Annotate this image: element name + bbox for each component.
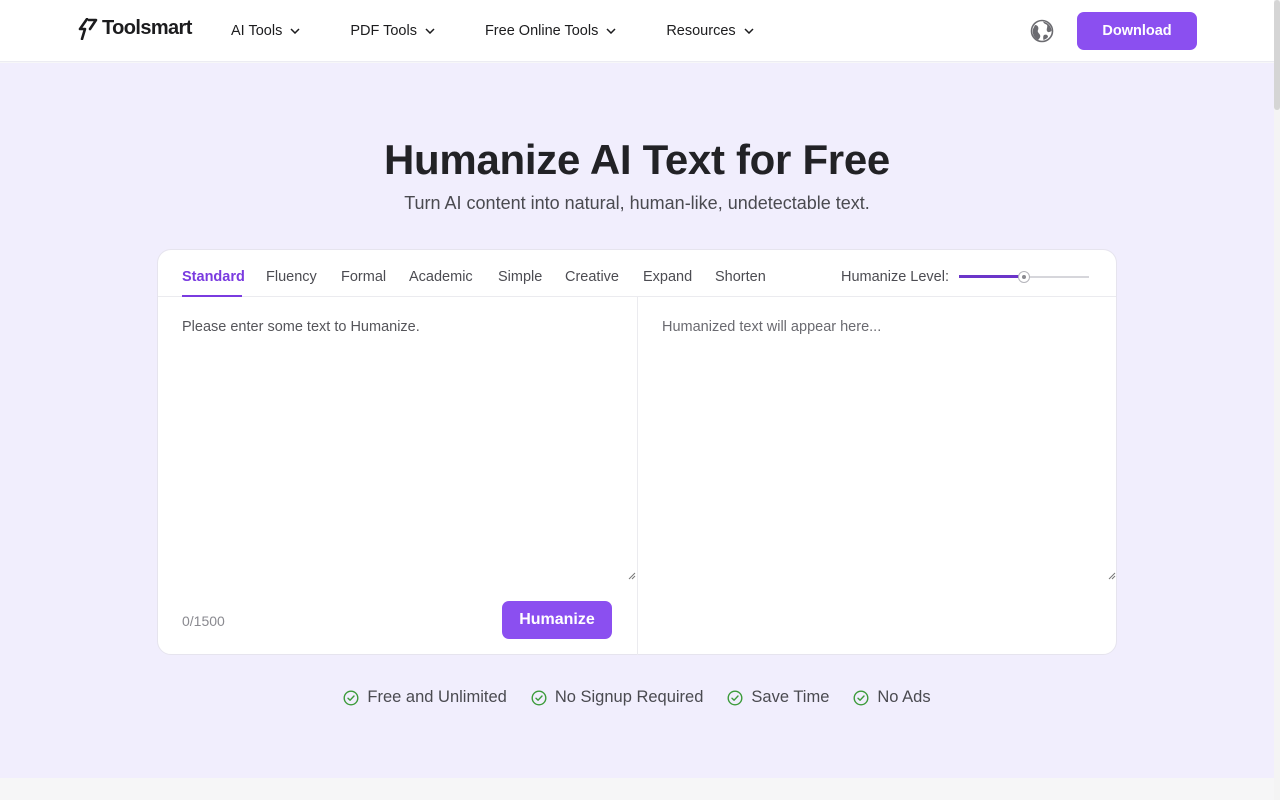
nav-ai-tools[interactable]: AI Tools	[231, 23, 300, 39]
check-circle-icon	[531, 689, 547, 706]
input-textarea[interactable]: Please enter some text to Humanize.	[182, 319, 420, 335]
tab-creative[interactable]: Creative	[565, 269, 619, 285]
logo-text: Toolsmart	[102, 17, 192, 39]
feature-label: Free and Unlimited	[367, 688, 507, 706]
feature-item: No Signup Required	[531, 688, 704, 707]
mode-tabs: Standard Fluency Formal Academic Simple …	[158, 250, 1116, 297]
next-section	[0, 778, 1274, 800]
download-button[interactable]: Download	[1077, 12, 1197, 50]
page-subtitle: Turn AI content into natural, human-like…	[404, 193, 870, 213]
resize-handle-icon[interactable]	[1108, 572, 1116, 580]
tab-formal[interactable]: Formal	[341, 269, 386, 285]
page-title: Humanize AI Text for Free	[384, 136, 890, 183]
active-tab-indicator	[182, 295, 242, 297]
feature-item: No Ads	[853, 688, 931, 707]
resize-handle-icon[interactable]	[628, 572, 636, 580]
nav-label: PDF Tools	[350, 23, 417, 39]
character-counter: 0/1500	[182, 613, 225, 629]
tab-academic[interactable]: Academic	[409, 269, 473, 285]
check-circle-icon	[727, 689, 743, 706]
logo[interactable]: Toolsmart	[78, 17, 192, 40]
check-circle-icon	[853, 689, 869, 706]
chevron-down-icon	[290, 28, 300, 34]
tab-expand[interactable]: Expand	[643, 269, 692, 285]
feature-label: Save Time	[751, 688, 830, 706]
feature-item: Save Time	[727, 688, 829, 707]
feature-list: Free and Unlimited No Signup Required Sa…	[0, 688, 1274, 707]
humanizer-card: Standard Fluency Formal Academic Simple …	[157, 249, 1117, 655]
chevron-down-icon	[425, 28, 435, 34]
nav-label: Resources	[666, 23, 736, 39]
slider-fill	[959, 275, 1024, 278]
feature-label: No Signup Required	[554, 688, 704, 706]
nav-label: Free Online Tools	[484, 23, 599, 39]
output-textarea[interactable]: Humanized text will appear here...	[662, 319, 881, 335]
main-nav: AI Tools PDF Tools Free Online Tools Res…	[231, 0, 754, 62]
nav-label: AI Tools	[231, 23, 283, 39]
chevron-down-icon	[606, 28, 616, 34]
feature-label: No Ads	[877, 688, 931, 706]
humanize-level-slider[interactable]	[959, 269, 1089, 285]
hero-section: Humanize AI Text for Free Turn AI conten…	[0, 63, 1274, 778]
site-header: Toolsmart AI Tools PDF Tools Free Online…	[0, 0, 1274, 62]
tab-standard[interactable]: Standard	[182, 269, 245, 285]
nav-pdf-tools[interactable]: PDF Tools	[350, 23, 435, 39]
feature-item: Free and Unlimited	[343, 688, 507, 707]
toolsmart-logo-icon	[78, 17, 98, 40]
slider-thumb[interactable]	[1018, 271, 1030, 283]
tab-simple[interactable]: Simple	[498, 269, 542, 285]
page-scrollbar[interactable]	[1274, 0, 1280, 800]
scrollbar-thumb[interactable]	[1274, 0, 1280, 110]
pane-divider	[637, 297, 638, 655]
check-circle-icon	[343, 689, 359, 706]
tab-shorten[interactable]: Shorten	[715, 269, 766, 285]
nav-resources[interactable]: Resources	[666, 23, 754, 39]
globe-icon[interactable]	[1030, 19, 1054, 43]
chevron-down-icon	[744, 28, 754, 34]
nav-free-online-tools[interactable]: Free Online Tools	[485, 23, 616, 39]
humanize-button[interactable]: Humanize	[502, 601, 612, 639]
humanize-level-label: Humanize Level:	[841, 269, 949, 285]
tab-fluency[interactable]: Fluency	[266, 269, 317, 285]
